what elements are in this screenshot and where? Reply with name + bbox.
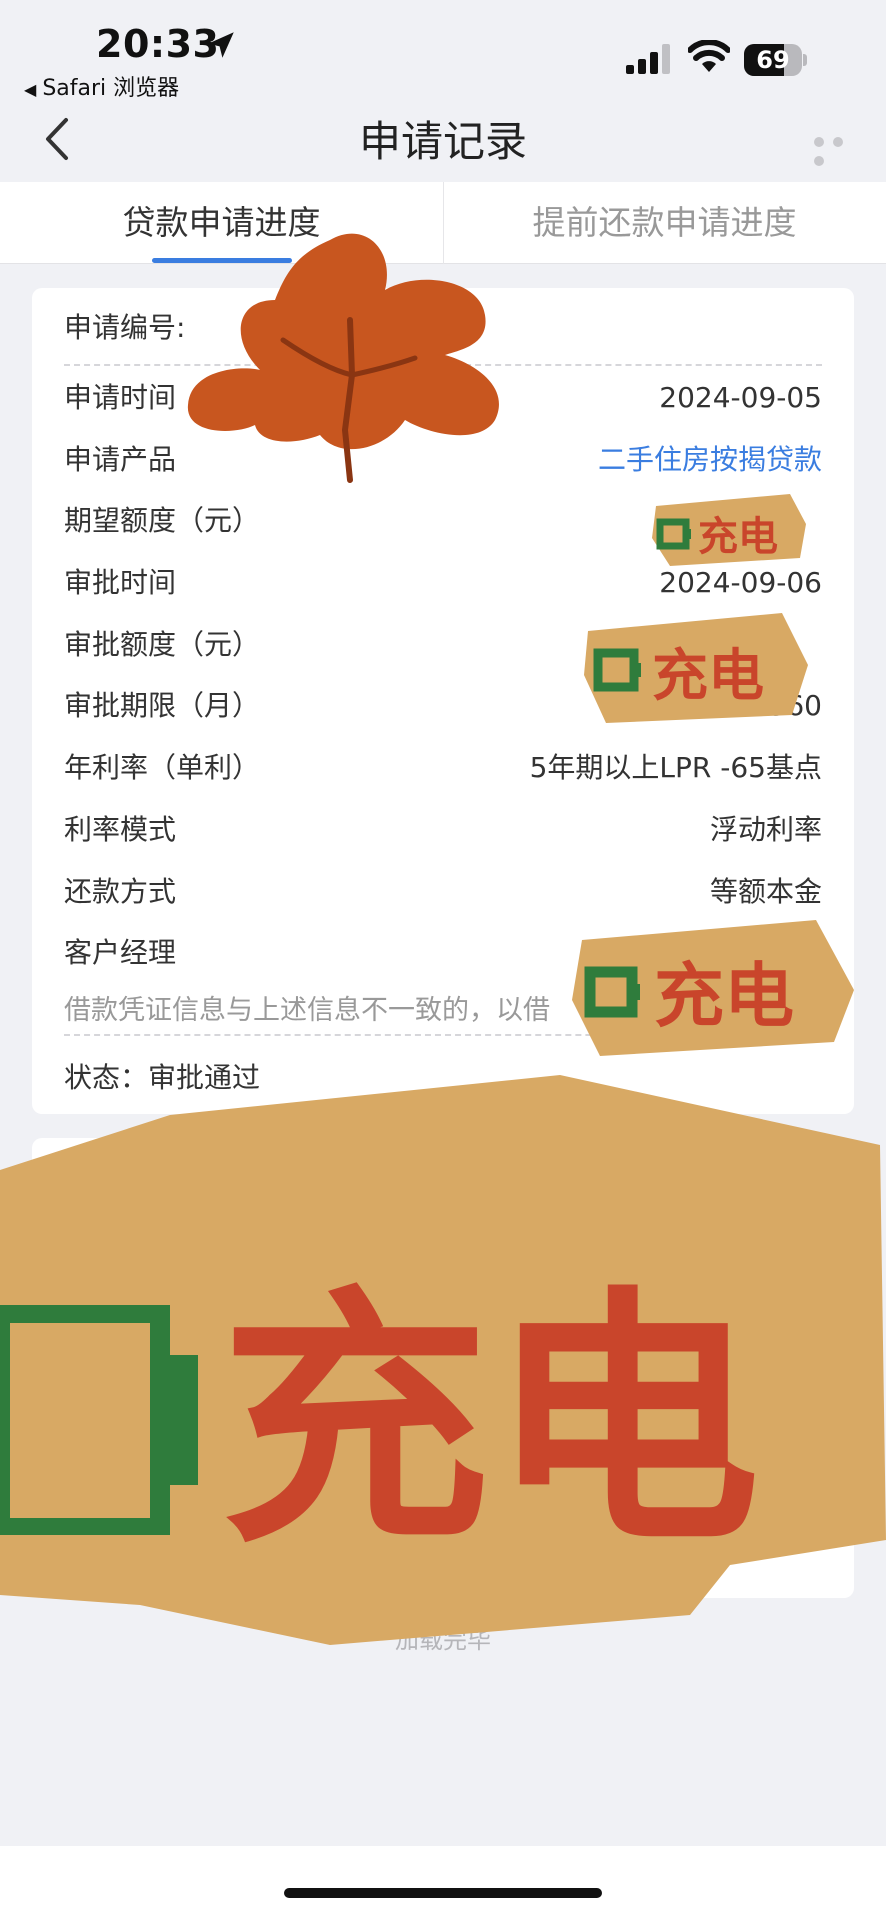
detail-row: 年利率（单利） 5年期以上LPR -65基点: [64, 748, 822, 788]
clock: 20:33: [96, 22, 220, 66]
charging-sticker-small-1: 充电: [652, 494, 806, 566]
back-to-app-link[interactable]: ◀ Safari 浏览器: [24, 70, 179, 102]
home-indicator[interactable]: [284, 1888, 602, 1898]
navigation-bar: 申请记录: [0, 100, 886, 180]
detail-value: 等额本金: [709, 875, 822, 908]
detail-label: 年利率（单利）: [64, 751, 261, 784]
detail-label: 客户经理: [64, 936, 177, 969]
sticker-text: 充电: [652, 644, 764, 709]
more-options-icon[interactable]: [814, 132, 870, 166]
detail-value: 浮动利率: [709, 813, 822, 846]
battery-tip: [803, 54, 807, 66]
detail-label: 还款方式: [64, 875, 177, 908]
charging-sticker-large: 充电: [0, 1075, 886, 1645]
detail-label: 审批额度（元）: [64, 628, 261, 661]
charging-sticker-small-2: 充电: [584, 613, 808, 723]
bottom-safe-area: [0, 1846, 886, 1920]
detail-row: 还款方式 等额本金: [64, 872, 822, 912]
cellular-signal-icon: [626, 44, 670, 74]
wifi-icon: [688, 40, 730, 72]
sticker-text: 充电: [698, 514, 778, 560]
maple-leaf-sticker: [187, 233, 499, 483]
detail-label: 审批时间: [64, 566, 177, 599]
charging-sticker-medium: 充电: [572, 920, 854, 1056]
status-bar: 20:33 ◀ Safari 浏览器 69: [0, 0, 886, 102]
detail-label: 利率模式: [64, 813, 177, 846]
detail-row: 利率模式 浮动利率: [64, 810, 822, 850]
back-triangle-icon: ◀: [24, 80, 37, 99]
sticker-text: 充电: [220, 1264, 760, 1579]
application-number-label: 申请编号:: [64, 311, 186, 344]
product-link[interactable]: 二手住房按揭贷款: [598, 440, 822, 480]
detail-label: 审批期限（月）: [64, 689, 261, 722]
detail-value: 2024-09-05: [659, 381, 822, 414]
page-title: 申请记录: [358, 117, 527, 166]
battery-level: 69: [756, 46, 790, 74]
back-app-label: Safari 浏览器: [42, 76, 180, 101]
detail-value: 5年期以上LPR -65基点: [529, 751, 822, 784]
battery-indicator: 69: [744, 44, 808, 76]
detail-label: 申请产品: [64, 443, 177, 476]
sticker-text: 充电: [654, 955, 794, 1037]
location-arrow-icon: [208, 32, 234, 58]
detail-label: 申请时间: [64, 381, 177, 414]
